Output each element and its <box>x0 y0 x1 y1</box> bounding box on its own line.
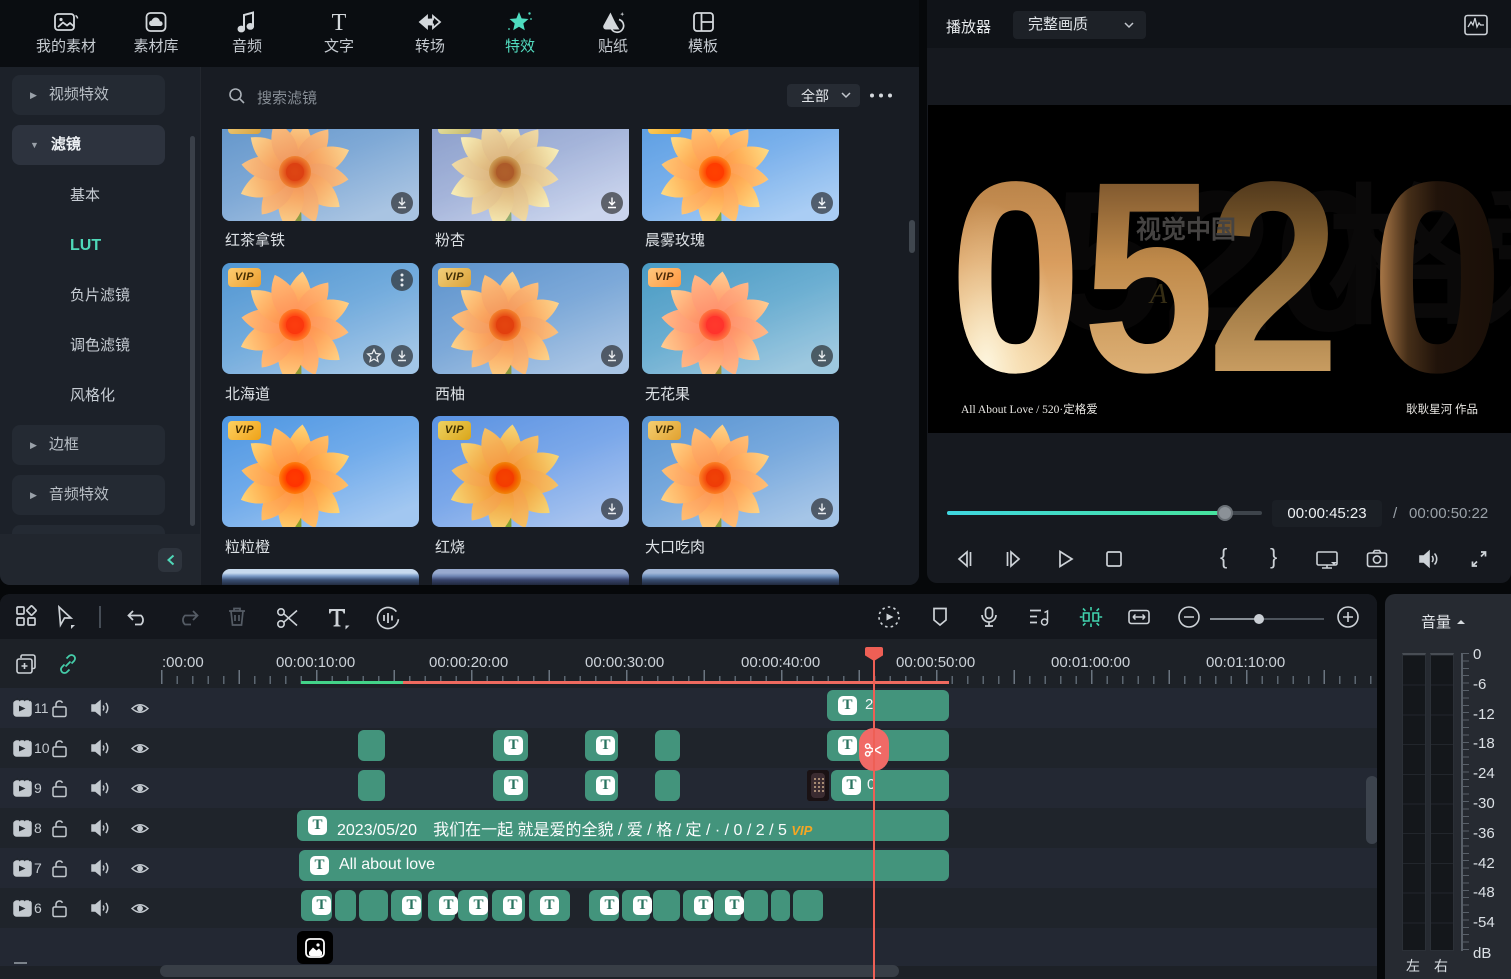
svg-text:5: 5 <box>1082 126 1215 430</box>
svg-text:耿耿星河 作品: 耿耿星河 作品 <box>1406 402 1478 416</box>
svg-text:All About Love / 520·定格爱: All About Love / 520·定格爱 <box>961 402 1098 416</box>
svg-text:2: 2 <box>1207 126 1340 430</box>
svg-text:0: 0 <box>949 126 1082 430</box>
svg-text:视觉中国: 视觉中国 <box>1136 216 1236 244</box>
svg-text:A: A <box>1148 279 1168 310</box>
svg-text:T: T <box>332 10 347 36</box>
svg-text:0: 0 <box>1371 126 1504 430</box>
